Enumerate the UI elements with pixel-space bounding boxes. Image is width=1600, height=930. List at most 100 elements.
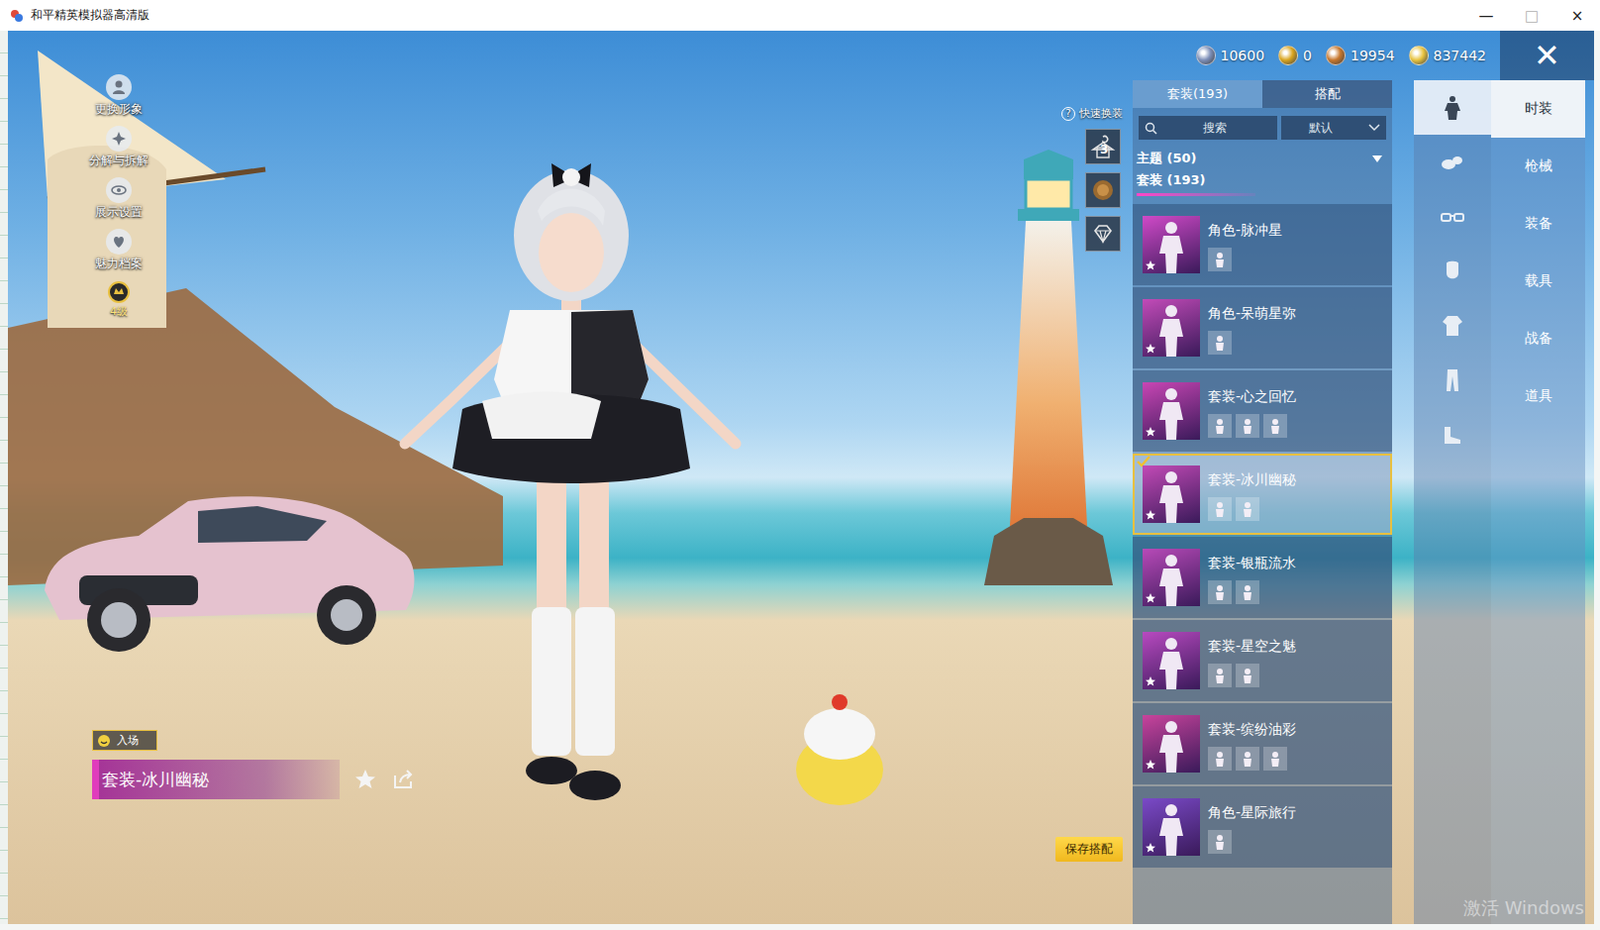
outfit-thumbnail: [1142, 631, 1200, 690]
outfit-item[interactable]: 角色-呆萌星弥: [1132, 287, 1393, 369]
save-button[interactable]: 保存搭配: [1055, 836, 1123, 862]
mask-icon: [1438, 257, 1467, 286]
part-icon: [1207, 663, 1232, 688]
left-menu: 更换形象分解与拆解展示设置魅力档案 4级: [89, 74, 149, 319]
category-item[interactable]: [1413, 134, 1492, 190]
outfit-name: 角色-呆萌星弥: [1207, 299, 1297, 323]
figure-icon: [1151, 469, 1192, 523]
outfit-item[interactable]: 套装-银瓶流水: [1132, 536, 1393, 618]
close-button[interactable]: ✕: [1500, 30, 1595, 81]
charm-icon: [110, 233, 127, 250]
section-item[interactable]: 道具: [1491, 367, 1586, 425]
section-item[interactable]: 载具: [1491, 252, 1586, 310]
section-item[interactable]: 战备: [1491, 309, 1586, 368]
outfit-item[interactable]: 角色-星际旅行: [1132, 786, 1393, 868]
menu-item[interactable]: 展示设置: [95, 177, 143, 221]
outfit-item[interactable]: 套装-星空之魅: [1132, 619, 1393, 701]
window-control[interactable]: ×: [1554, 0, 1600, 31]
outfit-thumbnail: [1142, 714, 1200, 773]
help-icon[interactable]: ?: [1061, 106, 1076, 121]
top-icon: [1438, 311, 1467, 340]
quick-change-slot[interactable]: 3: [1085, 128, 1121, 165]
part-icon: [1263, 746, 1288, 771]
tab[interactable]: 套装(193): [1132, 80, 1263, 108]
search-icon: [1144, 121, 1158, 135]
window-body: 更换形象分解与拆解展示设置魅力档案4级?快速换装3入场套装-冰川幽秘保存搭配10…: [0, 30, 1600, 930]
filter-row[interactable]: 主题 (50): [1132, 147, 1393, 170]
figure-icon: [1151, 219, 1192, 274]
menu-item-icon: [105, 125, 132, 152]
figure-icon: [1151, 552, 1192, 606]
section-column: 时装枪械装备载具战备道具: [1491, 80, 1586, 924]
chevron-down-icon: [1368, 123, 1381, 132]
star-icon: [1144, 675, 1157, 688]
outfit-item[interactable]: 套装-心之回忆: [1132, 370, 1393, 452]
part-icon: [1207, 580, 1232, 604]
outfit-parts: [1207, 663, 1297, 688]
outfit-name: 角色-星际旅行: [1207, 798, 1297, 822]
quick-change: ?快速换装3: [1061, 105, 1123, 252]
menu-item-icon: [105, 228, 132, 255]
outfit-icon: [1438, 94, 1467, 122]
search-field[interactable]: 搜索: [1138, 115, 1278, 140]
character-figure[interactable]: [393, 141, 750, 825]
coin-icon: [1196, 45, 1216, 66]
filter-row[interactable]: 套装 (193): [1132, 169, 1393, 192]
filter-underline: [1136, 193, 1256, 197]
left-strip: [0, 30, 8, 924]
outfit-item[interactable]: 套装-冰川幽秘: [1132, 453, 1393, 535]
part-icon: [1263, 413, 1288, 438]
menu-item[interactable]: 更换形象: [95, 74, 143, 118]
outfit-item[interactable]: 套装-缤纷油彩: [1132, 702, 1393, 785]
slot-badge: 3: [1100, 142, 1108, 157]
category-item[interactable]: [1413, 298, 1492, 353]
outfit-item[interactable]: 角色-脉冲星: [1132, 203, 1393, 286]
section-item[interactable]: 装备: [1491, 195, 1586, 253]
outfit-parts: [1207, 330, 1297, 355]
section-item[interactable]: 枪械: [1491, 137, 1586, 196]
window-control[interactable]: □: [1508, 0, 1555, 31]
outfit-name: 套装-星空之魅: [1207, 631, 1297, 656]
outfit-thumbnail: [1142, 382, 1200, 440]
part-icon: [1235, 746, 1260, 771]
menu-item[interactable]: 魅力档案: [95, 228, 143, 273]
part-icon: [1235, 497, 1260, 521]
menu-item[interactable]: 分解与拆解: [89, 125, 149, 170]
scene: 更换形象分解与拆解展示设置魅力档案 4级 ?快速换装3 入场套装-冰川幽秘保存搭配: [7, 30, 1133, 924]
currency-row: 10600019954837442: [1196, 45, 1500, 66]
category-item[interactable]: [1413, 406, 1492, 462]
section-item[interactable]: 时装: [1491, 80, 1586, 138]
quick-change-slot[interactable]: [1085, 215, 1121, 252]
outfit-info: 入场套装-冰川幽秘: [92, 729, 415, 800]
top-bar: 10600019954837442✕: [1132, 30, 1595, 81]
level-badge[interactable]: 4级: [106, 280, 131, 319]
coin-icon: [1325, 45, 1346, 66]
search-row: 搜索默认: [1132, 107, 1393, 148]
figure-icon: [1151, 302, 1192, 357]
outfit-parts: [1207, 497, 1297, 521]
coin-icon: [1408, 45, 1429, 66]
tab[interactable]: 搭配: [1262, 80, 1393, 108]
pants-icon: [1438, 366, 1467, 395]
figure-icon: [1151, 718, 1192, 773]
app-logo-icon: [9, 8, 24, 23]
part-icon: [1207, 746, 1232, 771]
avatar-icon: [110, 79, 127, 96]
outfit-name: 套装-冰川幽秘: [1207, 465, 1297, 490]
category-item[interactable]: [1413, 189, 1492, 244]
sort-select[interactable]: 默认: [1281, 115, 1387, 140]
category-item[interactable]: [1413, 80, 1492, 135]
currency: 19954: [1325, 45, 1396, 66]
quick-change-slot[interactable]: [1085, 172, 1121, 208]
category-item[interactable]: [1413, 352, 1492, 407]
star-icon: [1144, 342, 1157, 355]
outfit-thumbnail: [1142, 465, 1200, 523]
star-icon[interactable]: [353, 767, 378, 792]
entrance-badge[interactable]: 入场: [92, 729, 158, 751]
category-item[interactable]: [1413, 243, 1492, 299]
window-control[interactable]: —: [1463, 0, 1509, 31]
currency: 0: [1278, 45, 1312, 66]
part-icon: [1207, 829, 1232, 854]
share-icon[interactable]: [391, 767, 415, 792]
decompose-icon: [110, 130, 127, 147]
